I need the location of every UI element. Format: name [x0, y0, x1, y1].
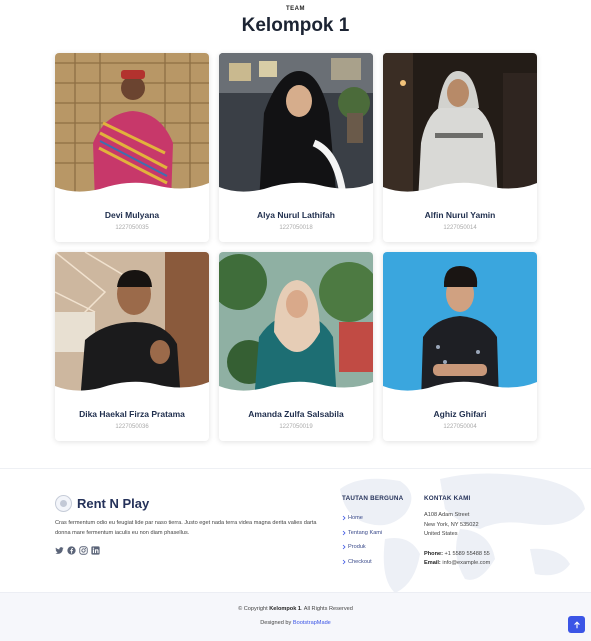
footer-link-produk[interactable]: Produk	[342, 540, 382, 555]
member-name: Alfin Nurul Yamin	[424, 210, 496, 220]
wave-divider	[55, 381, 209, 406]
member-nim: 1227050036	[115, 424, 149, 430]
wave-divider	[383, 381, 537, 406]
arrow-up-icon	[573, 620, 580, 628]
team-card-aghiz: Aghiz Ghifari 1227050004	[383, 252, 537, 441]
chevron-right-icon	[342, 530, 346, 536]
phone-value: +1 5589 55488 55	[444, 550, 490, 557]
linkedin-icon[interactable]	[91, 546, 100, 555]
member-name: Alya Nurul Lathifah	[257, 210, 335, 220]
brand-logo-icon	[55, 495, 72, 512]
copyright-bar: © Copyright Kelompok 1. All Rights Reser…	[0, 592, 591, 641]
email-label: Email:	[424, 560, 441, 566]
chevron-right-icon	[342, 559, 346, 565]
team-card-alfin: Alfin Nurul Yamin 1227050014	[383, 53, 537, 242]
wave-divider	[383, 182, 537, 207]
member-nim: 1227050004	[443, 424, 477, 430]
phone-label: Phone:	[424, 550, 443, 557]
section-title: Kelompok 1	[241, 15, 350, 36]
facebook-icon[interactable]	[67, 546, 76, 555]
contact-info: A108 Adam Street New York, NY 535022 Uni…	[424, 511, 490, 569]
link-label: Produk	[348, 544, 366, 551]
footer-link-checkout[interactable]: Checkout	[342, 555, 382, 570]
member-name: Devi Mulyana	[104, 210, 160, 220]
footer-brand[interactable]: Rent N Play	[55, 495, 149, 512]
footer-link-tentang-kami[interactable]: Tentang Kami	[342, 526, 382, 541]
wave-divider	[55, 182, 209, 207]
team-card-amanda: Amanda Zulfa Salsabila 1227050019	[219, 252, 373, 441]
social-links	[55, 546, 100, 555]
footer: Rent N Play Cras fermentum odio eu feugi…	[0, 468, 591, 592]
footer-link-home[interactable]: Home	[342, 511, 382, 526]
address-country: United States	[424, 531, 458, 537]
address-line-2: New York, NY 535022	[424, 521, 479, 528]
twitter-icon[interactable]	[55, 546, 64, 555]
brand-name: Rent N Play	[77, 496, 150, 511]
member-nim: 1227050035	[115, 225, 149, 231]
links-title: TAUTAN BERGUNA	[342, 495, 404, 502]
instagram-icon[interactable]	[79, 546, 88, 555]
team-card-dika: Dika Haekal Firza Pratama 1227050036	[55, 252, 209, 441]
email-value: info@example.com	[442, 560, 491, 566]
link-label: Tentang Kami	[348, 529, 383, 536]
team-card-alya: Alya Nurul Lathifah 1227050018	[219, 53, 373, 242]
team-section: TEAM Kelompok 1 Devi Mulyana 1227050035 …	[0, 0, 591, 468]
member-name: Dika Haekal Firza Pratama	[79, 409, 185, 419]
chevron-right-icon	[342, 515, 346, 521]
link-label: Home	[348, 515, 363, 522]
member-name: Aghiz Ghifari	[433, 409, 487, 419]
member-nim: 1227050019	[279, 424, 313, 430]
copyright-brand: Kelompok 1	[269, 606, 301, 612]
wave-divider	[219, 381, 373, 406]
team-card-devi: Devi Mulyana 1227050035	[55, 53, 209, 242]
member-name: Amanda Zulfa Salsabila	[248, 409, 344, 419]
contact-email: Email: info@example.com	[424, 559, 490, 569]
address-line-1: A108 Adam Street	[424, 512, 470, 518]
contact-phone: Phone: +1 5589 55488 55	[424, 550, 490, 560]
link-label: Checkout	[348, 558, 372, 565]
wave-divider	[219, 182, 373, 207]
copyright-text: © Copyright Kelompok 1. All Rights Reser…	[0, 606, 591, 612]
copyright-prefix: © Copyright	[238, 606, 268, 612]
member-nim: 1227050018	[279, 225, 313, 231]
designed-by-text: Designed by BootstrapMade	[0, 620, 591, 626]
scroll-to-top-button[interactable]	[568, 616, 585, 633]
contact-title: KONTAK KAMI	[424, 495, 471, 502]
section-tag: TEAM	[286, 6, 305, 12]
member-nim: 1227050014	[443, 225, 477, 231]
footer-about-text: Cras fermentum odio eu feugiat lide par …	[55, 520, 317, 536]
copyright-suffix: . All Rights Reserved	[300, 606, 353, 612]
bootstrapmade-link[interactable]: BootstrapMade	[293, 620, 331, 626]
useful-links: Home Tentang Kami Produk Checkout	[342, 511, 382, 569]
chevron-right-icon	[342, 544, 346, 550]
designed-prefix: Designed by	[260, 620, 292, 626]
